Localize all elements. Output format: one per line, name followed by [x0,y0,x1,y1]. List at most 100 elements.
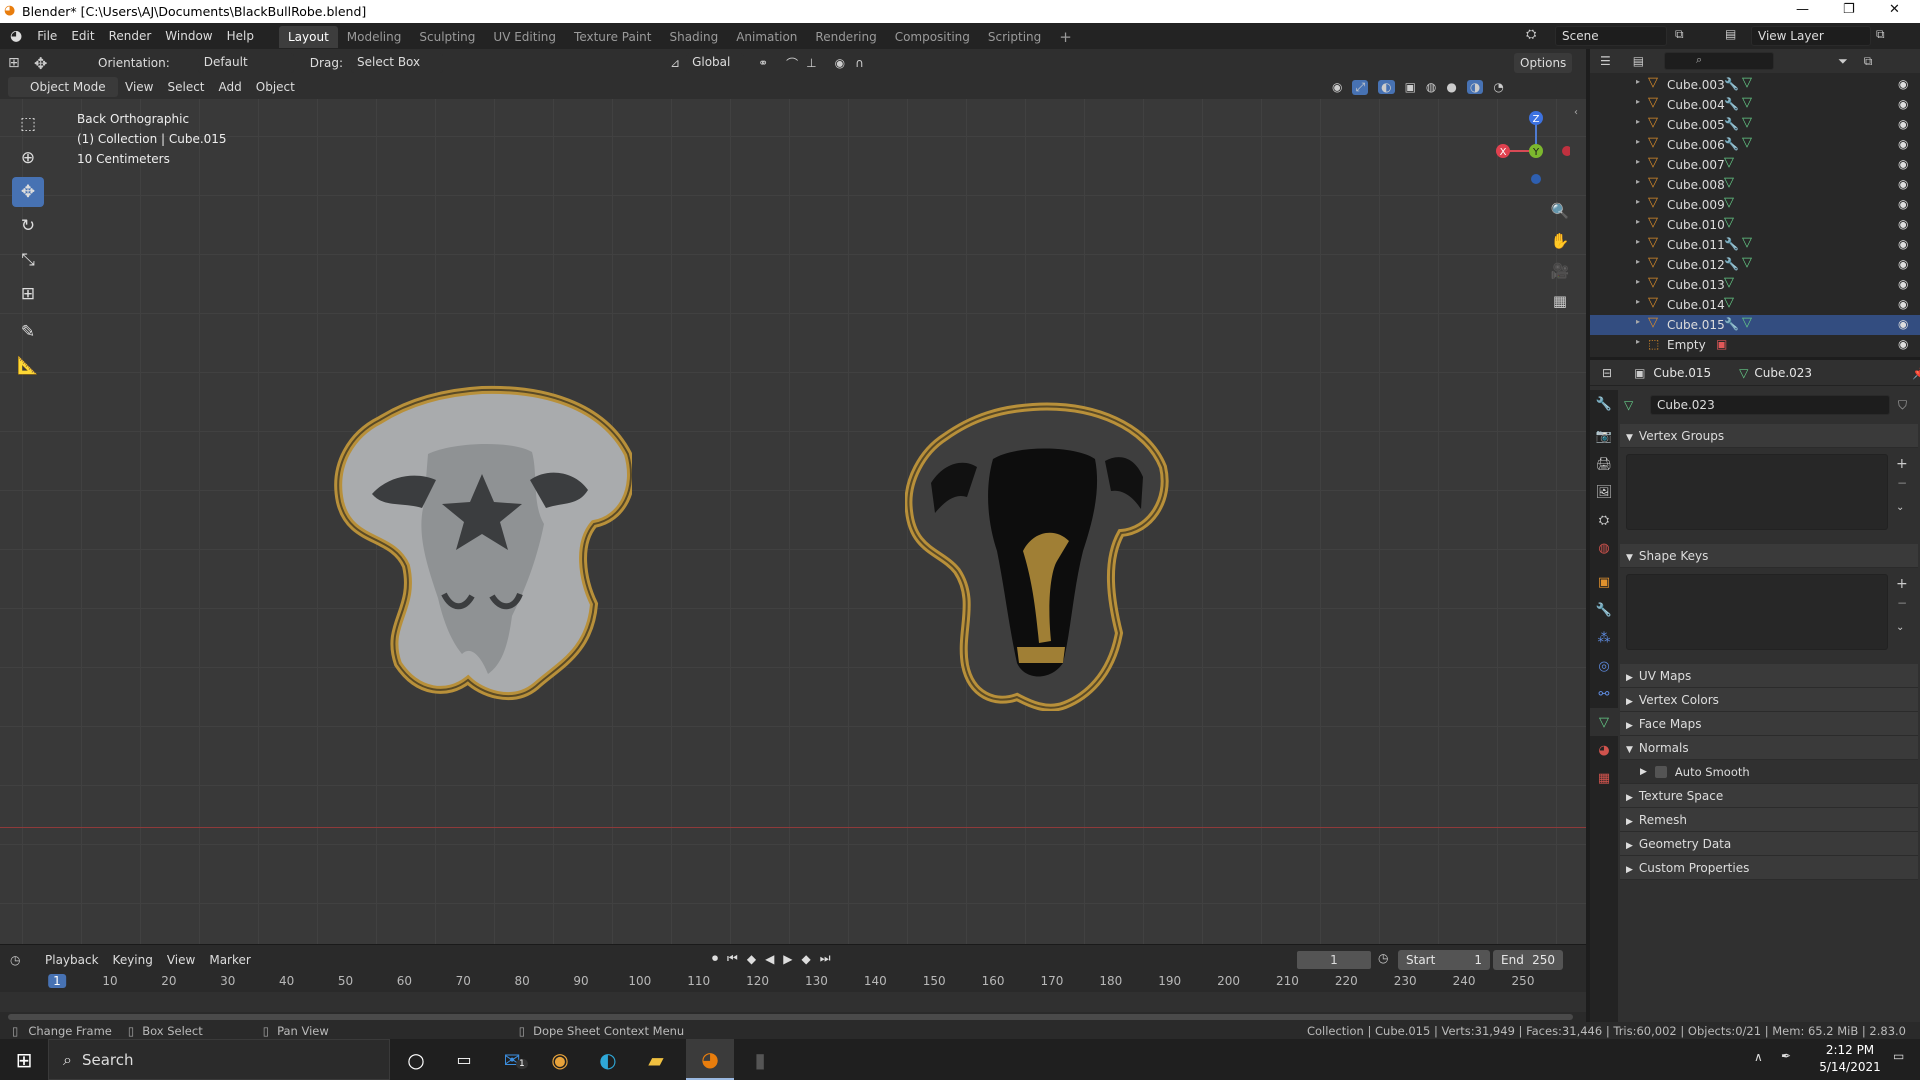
bull-emblem-black[interactable] [905,401,1175,711]
tab-shading[interactable]: Shading [660,26,727,48]
notifications-icon[interactable]: ▭ [1893,1049,1904,1063]
constraints-tab-icon[interactable]: ⚯ [1590,680,1618,708]
tab-compositing[interactable]: Compositing [886,26,979,48]
move-icon[interactable]: ✥ [12,177,44,207]
modifier-wrench-icon[interactable]: 🔧 [1724,117,1739,131]
timeline-keying-menu[interactable]: Keying [106,951,160,969]
modifiers-tab-icon[interactable]: 🔧 [1590,596,1618,624]
transform-icon[interactable]: ⊞ [12,279,44,309]
properties-editor-icon[interactable]: ⊟ [1602,366,1612,380]
rotate-icon[interactable]: ↻ [12,211,44,241]
measure-icon[interactable]: 📐 [12,351,44,381]
snap-target-icon[interactable]: ⊥ [806,56,816,70]
start-frame-field[interactable]: Start 1 [1398,950,1490,970]
world-tab-icon[interactable]: ◍ [1590,534,1618,562]
visibility-eye-icon[interactable]: ◉ [1898,137,1908,151]
output-tab-icon[interactable]: 🖨 [1590,450,1618,478]
drag-dropdown[interactable]: Select Box [350,53,443,73]
mesh-data-icon[interactable]: ▽ [1742,75,1752,90]
frame-ruler[interactable]: 1 10 20 30 40 50 60 70 80 90 100 110 120 130 140 150 160… [0,970,1586,992]
close-button[interactable]: ✕ [1889,2,1900,17]
rendered-shading-icon[interactable]: ◔ [1493,80,1503,94]
outliner-item[interactable]: ▸ ▽ Cube.014 ▽ ◉ [1590,295,1920,315]
expand-arrow-icon[interactable]: ▸ [1636,177,1640,186]
outliner-item[interactable]: ▸ ▽ Cube.009 ▽ ◉ [1590,195,1920,215]
geometry-data-header[interactable]: ▶ Geometry Data [1620,832,1918,856]
outliner-editor-icon[interactable]: ☰ [1600,54,1611,68]
visibility-eye-icon[interactable]: ◉ [1898,297,1908,311]
timeline-view-menu[interactable]: View [160,951,202,969]
mesh-data-icon[interactable]: ▽ [1724,195,1734,210]
proportional-edit-icon[interactable]: ◉ [835,56,845,70]
solid-shading-icon[interactable]: ● [1446,80,1456,94]
mesh-browse-icon[interactable]: ▽ [1624,398,1650,412]
shape-keys-header[interactable]: ▼ Shape Keys [1620,544,1918,568]
mesh-data-icon[interactable]: ▽ [1724,175,1734,190]
visibility-eye-icon[interactable]: ◉ [1898,317,1908,331]
mail-icon[interactable]: ✉ 1 [488,1039,536,1080]
expand-arrow-icon[interactable]: ▸ [1636,237,1640,246]
modifier-wrench-icon[interactable]: 🔧 [1724,237,1739,251]
mesh-data-icon[interactable]: ▽ [1742,135,1752,150]
view-layer-tab-icon[interactable]: 🖼 [1590,478,1618,506]
expand-arrow-icon[interactable]: ▸ [1636,157,1640,166]
add-workspace-button[interactable]: + [1050,26,1081,48]
viewport-menu-object[interactable]: Object [249,77,302,97]
auto-smooth-expand-icon[interactable]: ▶ [1640,760,1647,784]
mesh-name-field[interactable]: Cube.023 [1650,395,1890,415]
outliner-item[interactable]: ▸ ▽ Cube.006 🔧 ▽ ◉ [1590,135,1920,155]
visibility-eye-icon[interactable]: ◉ [1898,117,1908,131]
menu-edit[interactable]: Edit [64,23,101,49]
view-layer-selector[interactable]: View Layer [1751,26,1871,46]
tab-uv-editing[interactable]: UV Editing [484,26,565,48]
outliner-item[interactable]: ▸ ▽ Cube.008 ▽ ◉ [1590,175,1920,195]
jump-end-icon[interactable]: ⏭ [820,951,831,966]
filter-icon[interactable]: ⏷ [1838,54,1848,69]
zoom-icon[interactable]: 🔍 [1548,199,1572,223]
tab-rendering[interactable]: Rendering [806,26,885,48]
shape-keys-list[interactable] [1626,574,1888,650]
scene-icon[interactable]: ⛭ [1526,27,1536,42]
gizmo-toggle-icon[interactable]: ⤢ [1352,79,1369,95]
pin-icon[interactable]: 📌 [1912,366,1920,380]
viewport-menu-view[interactable]: View [118,77,160,97]
auto-smooth-checkbox[interactable] [1654,765,1667,778]
outliner-search-input[interactable] [1664,52,1775,70]
visibility-eye-icon[interactable]: ◉ [1898,77,1908,91]
timeline-track[interactable] [0,992,1586,1012]
modifier-wrench-icon[interactable]: 🔧 [1724,257,1739,271]
menu-file[interactable]: File [30,23,64,49]
visibility-eye-icon[interactable]: ◉ [1898,277,1908,291]
options-dropdown[interactable]: Options [1514,53,1573,73]
next-keyframe-icon[interactable]: ◆ [802,952,811,966]
outliner-item[interactable]: ▸ ▽ Cube.011 🔧 ▽ ◉ [1590,235,1920,255]
play-icon[interactable]: ▶ [783,952,792,966]
falloff-icon[interactable]: ∩ [855,56,864,70]
mesh-data-icon[interactable]: ▽ [1742,95,1752,110]
remove-vertex-group-button[interactable]: − [1897,476,1907,490]
windows-start-icon[interactable]: ⊞ [0,1039,48,1080]
modifier-wrench-icon[interactable]: 🔧 [1724,137,1739,151]
vertex-group-specials-button[interactable]: ⌄ [1896,502,1904,513]
outliner-item[interactable]: ▸ ▽ Cube.005 🔧 ▽ ◉ [1590,115,1920,135]
preview-range-icon[interactable]: ◷ [1378,951,1388,965]
outliner-item[interactable]: ▸ ▽ Cube.015 🔧 ▽ ◉ [1590,315,1920,335]
visibility-eye-icon[interactable]: ◉ [1898,177,1908,191]
orientation-dropdown[interactable]: Default [197,53,294,73]
mesh-data-icon[interactable]: ▽ [1724,295,1734,310]
snap-icon[interactable]: ⌒ [786,55,798,72]
edge-icon[interactable]: ◐ [584,1039,632,1080]
mesh-data-icon[interactable]: ▽ [1742,255,1752,270]
mesh-data-icon[interactable]: ▽ [1724,155,1734,170]
add-vertex-group-button[interactable]: + [1896,456,1908,472]
outliner-item[interactable]: ▸ ▽ Cube.007 ▽ ◉ [1590,155,1920,175]
mesh-data-icon[interactable]: ▽ [1742,315,1752,330]
grid-perspective-icon[interactable]: ▦ [1548,289,1572,313]
menu-render[interactable]: Render [102,23,159,49]
expand-arrow-icon[interactable]: ▸ [1636,277,1640,286]
bull-emblem-gray[interactable] [332,384,632,704]
viewport-menu-add[interactable]: Add [212,77,249,97]
collapse-sidebar-icon[interactable]: ‹ [1574,107,1578,118]
expand-arrow-icon[interactable]: ▸ [1636,337,1640,346]
expand-arrow-icon[interactable]: ▸ [1636,317,1640,326]
